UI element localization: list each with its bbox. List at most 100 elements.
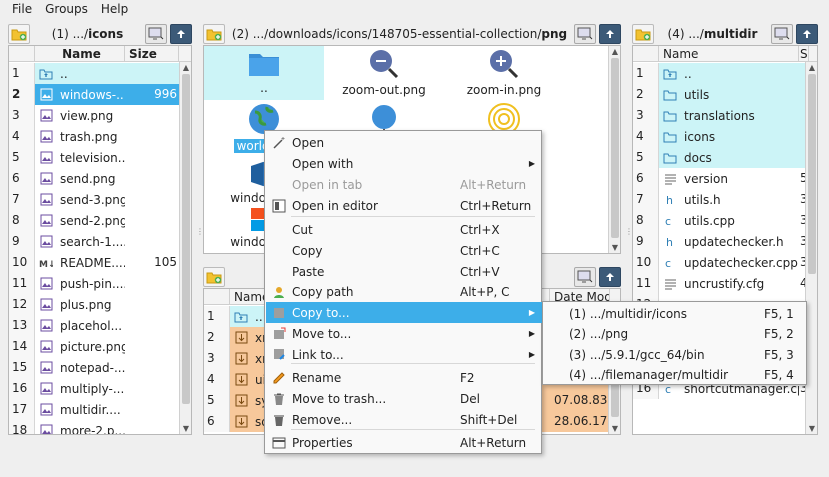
submenu-item-pane-2[interactable]: (2) .../png F5, 2 (543, 324, 806, 345)
menu-groups[interactable]: Groups (39, 2, 95, 16)
file-type-icon (39, 109, 53, 123)
row-index: 17 (9, 399, 35, 420)
view-mode-button-4[interactable] (771, 24, 793, 44)
markdown-icon: M↓ (39, 260, 53, 269)
row-size (125, 105, 179, 126)
properties-icon (272, 437, 286, 448)
go-up-button-4[interactable] (796, 24, 818, 44)
menu-item-open[interactable]: Open (266, 132, 542, 153)
menu-item-copy-path[interactable]: Copy path Alt+P, C (266, 281, 542, 302)
col-name[interactable]: Name (659, 46, 799, 61)
menu-item-open-in-editor[interactable]: Open in editor Ctrl+Return (266, 195, 542, 216)
menu-item-paste[interactable]: Paste Ctrl+V (266, 261, 542, 282)
table-row[interactable]: 18 more-2.p... (9, 420, 179, 434)
menu-item-rename[interactable]: Rename F2 (266, 367, 542, 388)
table-row[interactable]: 6 version 5 (633, 168, 808, 189)
table-row[interactable]: 8 send-2.png (9, 210, 179, 231)
splitter-handle[interactable]: ⋮ (196, 228, 204, 244)
row-name: view.png (60, 108, 114, 123)
go-up-button[interactable] (170, 24, 192, 44)
new-folder-button[interactable] (8, 24, 30, 44)
table-row[interactable]: 5 television... (9, 147, 179, 168)
table-row[interactable]: 15 notepad-... (9, 357, 179, 378)
menu-item-properties[interactable]: Properties Alt+Return (266, 432, 542, 453)
table-row[interactable]: 1.. (9, 63, 179, 84)
table-row[interactable]: 11 uncrustify.cfg 4 (633, 273, 808, 294)
table-row[interactable]: 3 translations (633, 105, 805, 126)
submenu-item-pane-3[interactable]: (3) .../5.9.1/gcc_64/bin F5, 3 (543, 344, 806, 365)
row-size (125, 273, 179, 294)
row-index: 6 (9, 168, 35, 189)
table-row[interactable]: 10 M↓ README.... 105 (9, 252, 179, 273)
table-row[interactable]: 10 c updatechecker.cpp 3 (633, 252, 808, 273)
file-type-icon (234, 394, 248, 408)
table-row[interactable]: 9 search-1.... (9, 231, 179, 252)
pane2-scroll-thumb[interactable] (611, 58, 619, 238)
table-row[interactable]: 5 docs (633, 147, 805, 168)
file-type-icon: h (663, 235, 677, 249)
submenu-item-pane-1[interactable]: (1) .../multidir/icons F5, 1 (543, 303, 806, 324)
grid-item-parent[interactable]: .. (204, 48, 324, 95)
table-row[interactable]: 4 icons (633, 126, 805, 147)
new-folder-button-3[interactable] (203, 267, 225, 287)
row-name: windows-... (60, 87, 125, 102)
table-row[interactable]: 2 utils (633, 84, 805, 105)
menu-item-cut[interactable]: Cut Ctrl+X (266, 219, 542, 240)
pane4-scroll-thumb[interactable] (808, 74, 816, 274)
table-row[interactable]: 17 multidir.... (9, 399, 179, 420)
col-size[interactable]: Size (125, 46, 179, 61)
view-mode-button-2[interactable] (574, 24, 596, 44)
image-file-icon (40, 193, 52, 206)
grid-item-zoom-out[interactable]: zoom-out.png (324, 48, 444, 97)
go-up-button-3[interactable] (599, 267, 621, 287)
menu-item-open-with[interactable]: Open with ▶ (266, 153, 542, 174)
table-row[interactable]: 12 plus.png (9, 294, 179, 315)
table-row[interactable]: 4 trash.png (9, 126, 179, 147)
col-name[interactable]: Name (35, 46, 125, 61)
submenu-item-pane-4[interactable]: (4) .../filemanager/multidir F5, 4 (543, 365, 806, 386)
pane1-scrollbar[interactable]: ▲ ▼ (179, 62, 191, 434)
menu-file[interactable]: File (6, 2, 39, 16)
menu-help[interactable]: Help (95, 2, 135, 16)
file-type-icon: c (663, 214, 677, 228)
copy-to-icon (274, 307, 284, 318)
table-row[interactable]: 7 h utils.h 3 (633, 189, 808, 210)
svg-text:h: h (666, 236, 673, 248)
col-size[interactable]: S (799, 46, 809, 61)
pane1-list[interactable]: Name Size 1.. 2 windows-... 996 3 view.png 4 tr… (8, 45, 192, 435)
menu-item-copy[interactable]: Copy Ctrl+C (266, 240, 542, 261)
menu-item-icon-slot (266, 285, 292, 299)
view-mode-button-3[interactable] (574, 267, 596, 287)
table-row[interactable]: 6 send.png (9, 168, 179, 189)
splitter-handle[interactable]: ⋮ (625, 228, 633, 244)
go-up-button-2[interactable] (599, 24, 621, 44)
menu-item-remove[interactable]: Remove... Shift+Del (266, 409, 542, 430)
table-row[interactable]: 2 windows-... 996 (9, 84, 179, 105)
table-row[interactable]: 8 c utils.cpp 3 (633, 210, 808, 231)
table-row[interactable]: 1.. (633, 63, 805, 84)
menu-item-copy-to[interactable]: Copy to... ▶ (266, 302, 542, 323)
row-index: 10 (9, 252, 35, 273)
menu-item-move-to-trash[interactable]: Move to trash... Del (266, 388, 542, 409)
row-name-cell: windows-... (35, 84, 125, 105)
table-row[interactable]: 14 picture.png (9, 336, 179, 357)
menu-item-shortcut: Ctrl+Return (460, 198, 532, 213)
view-mode-button[interactable] (145, 24, 167, 44)
editor-icon (272, 199, 286, 212)
menu-item-move-to[interactable]: Move to... ▶ (266, 323, 542, 344)
row-name-cell: multidir.... (35, 399, 125, 420)
row-name-cell: translations (659, 105, 799, 126)
pane1-scroll-thumb[interactable] (182, 74, 190, 404)
row-name: .. (684, 66, 692, 81)
table-row[interactable]: 9 h updatechecker.h 3 (633, 231, 808, 252)
grid-item-zoom-in[interactable]: zoom-in.png (444, 48, 564, 97)
pane2-scrollbar[interactable]: ▲ ▼ (608, 46, 620, 253)
table-row[interactable]: 16 multiply-... (9, 378, 179, 399)
table-row[interactable]: 7 send-3.png (9, 189, 179, 210)
menu-item-link-to[interactable]: Link to... ▶ (266, 344, 542, 365)
new-folder-button-4[interactable] (632, 24, 654, 44)
table-row[interactable]: 11 push-pin.... (9, 273, 179, 294)
new-folder-button-2[interactable] (203, 24, 225, 44)
table-row[interactable]: 13 placehol... (9, 315, 179, 336)
table-row[interactable]: 3 view.png (9, 105, 179, 126)
